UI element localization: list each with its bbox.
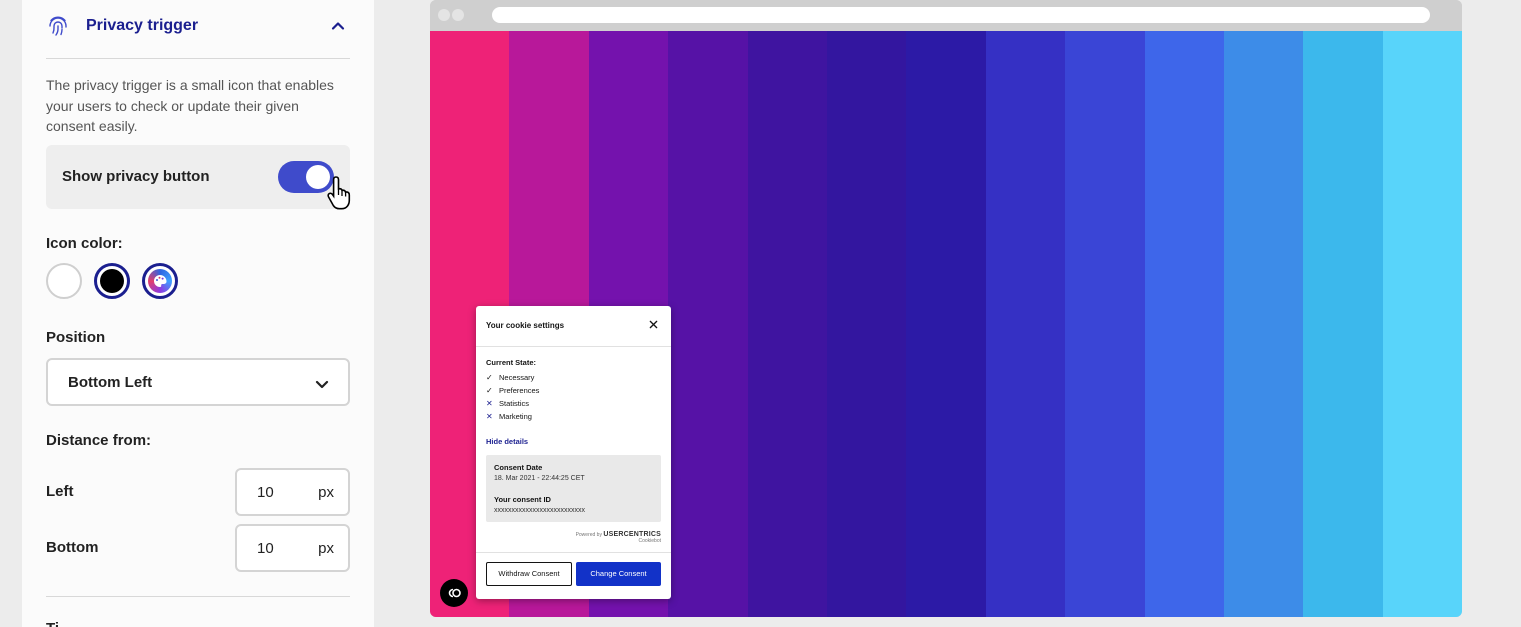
- hand-cursor-icon: [327, 176, 351, 210]
- position-label: Position: [46, 329, 106, 346]
- address-bar: [492, 7, 1430, 23]
- cross-icon: ✕: [486, 399, 493, 408]
- consent-date-label: Consent Date: [494, 463, 543, 472]
- icon-color-label: Icon color:: [46, 235, 123, 252]
- section-divider: [46, 596, 350, 597]
- close-icon[interactable]: [649, 320, 658, 329]
- fingerprint-icon: [49, 16, 67, 36]
- icon-color-custom-swatch[interactable]: [142, 263, 178, 299]
- background-stripe: [1382, 31, 1462, 617]
- browser-chrome: [430, 0, 1462, 31]
- background-stripe: [668, 31, 748, 617]
- check-icon: ✓: [486, 386, 493, 395]
- window-dot: [438, 9, 450, 21]
- privacy-trigger-panel: Privacy trigger The privacy trigger is a…: [22, 0, 374, 627]
- bottom-distance-value: 10: [257, 540, 274, 557]
- left-distance-unit: px: [318, 484, 334, 501]
- consent-item-preferences: ✓ Preferences: [486, 386, 540, 395]
- consent-id-label: Your consent ID: [494, 495, 551, 504]
- background-stripe: [1303, 31, 1383, 617]
- left-distance-label: Left: [46, 483, 74, 500]
- consent-id-value: xxxxxxxxxxxxxxxxxxxxxxxxxx: [494, 507, 585, 514]
- background-stripe: [826, 31, 907, 617]
- position-select[interactable]: Bottom Left: [46, 358, 350, 406]
- left-distance-value: 10: [257, 484, 274, 501]
- bottom-distance-input[interactable]: 10 px: [235, 524, 350, 572]
- popup-divider: [476, 346, 671, 347]
- cookie-consent-icon: [448, 588, 461, 598]
- popup-divider: [476, 552, 671, 553]
- icon-color-black-swatch[interactable]: [94, 263, 130, 299]
- consent-item-statistics: ✕ Statistics: [486, 399, 530, 408]
- bottom-distance-unit: px: [318, 540, 334, 557]
- show-privacy-button-label: Show privacy button: [62, 168, 210, 185]
- bottom-distance-label: Bottom: [46, 539, 99, 556]
- background-stripe: [747, 31, 827, 617]
- left-distance-input[interactable]: 10 px: [235, 468, 350, 516]
- panel-title: Privacy trigger: [86, 17, 199, 34]
- privacy-trigger-button[interactable]: [440, 579, 468, 607]
- background-stripe: [985, 31, 1066, 617]
- panel-description: The privacy trigger is a small icon that…: [46, 77, 334, 134]
- cross-icon: ✕: [486, 412, 493, 421]
- show-privacy-button-row: Show privacy button: [46, 145, 351, 210]
- consent-item-necessary: ✓ Necessary: [486, 373, 535, 382]
- consent-item-marketing: ✕ Marketing: [486, 412, 532, 421]
- check-icon: ✓: [486, 373, 493, 382]
- icon-color-white-swatch[interactable]: [46, 263, 82, 299]
- palette-icon: [154, 275, 167, 287]
- cookie-settings-popup: Your cookie settings Current State: ✓ Nec…: [476, 306, 671, 599]
- panel-header[interactable]: Privacy trigger: [46, 12, 350, 59]
- chevron-up-icon[interactable]: [330, 18, 346, 34]
- powered-by-logo: Powered by USERCENTRICS Cookiebot: [575, 531, 661, 544]
- chevron-down-icon: [315, 380, 329, 389]
- position-select-value: Bottom Left: [68, 374, 153, 391]
- consent-date-value: 18. Mar 2021 - 22:44:25 CET: [494, 475, 585, 482]
- withdraw-consent-button[interactable]: Withdraw Consent: [486, 562, 572, 586]
- background-stripe: [1065, 31, 1145, 617]
- current-state-label: Current State:: [486, 358, 537, 367]
- next-section-label: Ti: [46, 620, 59, 627]
- consent-details-box: Consent Date 18. Mar 2021 - 22:44:25 CET…: [486, 455, 661, 522]
- background-stripe: [1223, 31, 1304, 617]
- window-dot: [452, 9, 464, 21]
- popup-title: Your cookie settings: [486, 321, 565, 330]
- background-stripe: [906, 31, 986, 617]
- distance-label: Distance from:: [46, 432, 152, 449]
- hide-details-link[interactable]: Hide details: [486, 437, 528, 446]
- background-stripe: [1144, 31, 1224, 617]
- change-consent-button[interactable]: Change Consent: [576, 562, 661, 586]
